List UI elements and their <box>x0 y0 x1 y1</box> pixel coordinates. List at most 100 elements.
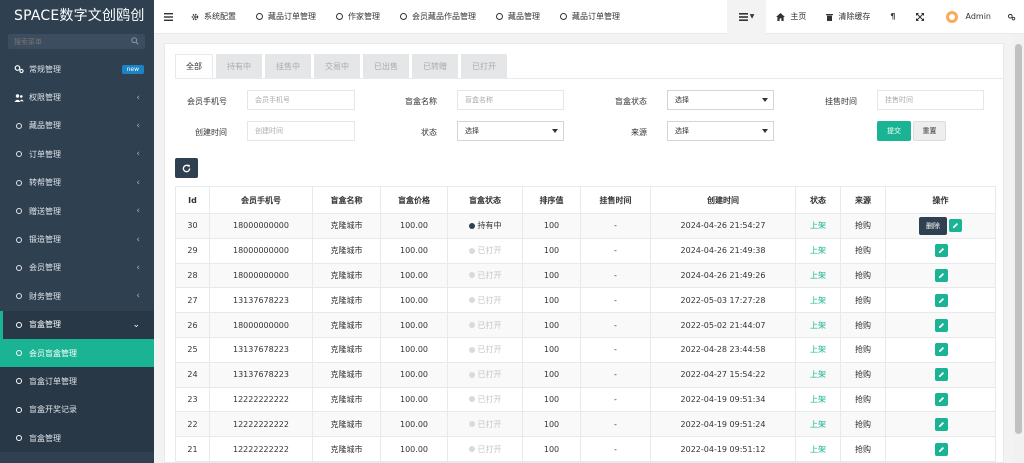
sidebar-item-order[interactable]: 订单管理 ‹ <box>0 140 154 168</box>
clear-cache-button[interactable]: 清除缓存 <box>816 0 880 34</box>
sidebar-item-collection[interactable]: 藏品管理 ‹ <box>0 112 154 140</box>
tab-trading[interactable]: 交易中 <box>314 54 360 78</box>
col-header[interactable]: 挂售时间 <box>580 186 651 214</box>
clear-cache-label: 清除缓存 <box>838 12 871 21</box>
edit-button[interactable] <box>935 343 948 357</box>
cell-actions <box>885 287 996 314</box>
cell-sell-time: - <box>580 361 651 388</box>
home-link[interactable]: 主页 <box>766 0 816 34</box>
scrollbar[interactable] <box>1013 34 1024 463</box>
col-header[interactable]: 创建时间 <box>650 186 796 214</box>
settings-button[interactable] <box>999 0 1024 34</box>
sidebar-item-blindbox[interactable]: 盲盒管理 ⌄ <box>0 310 154 339</box>
edit-button[interactable] <box>935 368 948 382</box>
status-select[interactable]: 选择 <box>457 121 564 141</box>
sidebar-item-gift[interactable]: 赠送管理 ‹ <box>0 197 154 225</box>
search-icon[interactable] <box>131 37 139 45</box>
cell-id: 30 <box>175 213 210 239</box>
edit-button[interactable] <box>935 318 948 332</box>
sidebar-item-finance[interactable]: 财务管理 ‹ <box>0 282 154 310</box>
cell-state[interactable]: 上架 <box>795 386 841 413</box>
fullscreen-button[interactable] <box>906 0 934 34</box>
tab-holding[interactable]: 持有中 <box>216 54 262 78</box>
col-header[interactable]: 盲盒价格 <box>380 186 448 214</box>
hamburger-icon <box>164 12 173 21</box>
col-header[interactable]: 会员手机号 <box>209 186 313 214</box>
box-status-select[interactable]: 选择 <box>667 90 774 110</box>
cell-phone: 18000000000 <box>209 262 313 289</box>
sidebar-item-permission[interactable]: 权限管理 ‹ <box>0 83 154 111</box>
cell-state[interactable]: 上架 <box>795 336 841 363</box>
col-header[interactable]: 排序值 <box>522 186 581 214</box>
menu-search <box>8 34 145 49</box>
edit-button[interactable] <box>949 219 962 233</box>
tab-collection[interactable]: 藏品管理 <box>486 0 550 34</box>
circle-icon <box>14 206 24 216</box>
col-header[interactable]: 状态 <box>795 186 841 214</box>
cell-price: 100.00 <box>380 411 448 438</box>
menu-search-input[interactable] <box>8 34 128 49</box>
tab-collection-order-2[interactable]: 藏品订单管理 <box>550 0 630 34</box>
phone-input[interactable]: 会员手机号 <box>247 90 355 110</box>
cell-price: 100.00 <box>380 287 448 314</box>
cell-state[interactable]: 上架 <box>795 411 841 438</box>
refresh-button[interactable] <box>175 158 198 178</box>
sidebar-item-general[interactable]: 常规管理 new <box>0 55 154 83</box>
new-badge: new <box>121 64 144 74</box>
sell-time-input[interactable]: 挂售时间 <box>877 90 984 110</box>
tab-all[interactable]: 全部 <box>175 54 213 78</box>
cell-state[interactable]: 上架 <box>795 312 841 338</box>
cell-name: 克隆城市 <box>312 312 381 338</box>
cell-state[interactable]: 上架 <box>795 287 841 314</box>
tab-member-collection[interactable]: 会员藏品作品管理 <box>390 0 486 34</box>
edit-button[interactable] <box>935 244 948 258</box>
translate-button[interactable]: ¶ <box>880 0 905 34</box>
tab-system-config[interactable]: 系统配置 <box>181 0 246 34</box>
sidebar-subitem-blindbox-draw[interactable]: 盲盒开奖记录 <box>0 395 154 425</box>
expand-icon <box>915 12 924 21</box>
edit-button[interactable] <box>935 293 948 307</box>
status-dot <box>468 322 475 329</box>
cell-actions: 删除 <box>885 213 996 239</box>
edit-button[interactable] <box>935 392 948 406</box>
edit-button[interactable] <box>935 417 948 431</box>
sidebar-item-transfer[interactable]: 转帮管理 ‹ <box>0 169 154 197</box>
user-menu[interactable]: Admin <box>934 0 1000 34</box>
cell-state[interactable]: 上架 <box>795 262 841 289</box>
edit-button[interactable] <box>935 442 948 456</box>
pencil-icon <box>938 396 945 403</box>
sidebar-subitem-member-blindbox[interactable]: 会员盲盒管理 <box>0 338 154 368</box>
status-dot <box>468 272 475 279</box>
edit-button[interactable] <box>935 268 948 282</box>
tab-sold[interactable]: 已出售 <box>363 54 409 78</box>
tab-selling[interactable]: 挂售中 <box>265 54 311 78</box>
scrollbar-thumb[interactable] <box>1015 44 1022 434</box>
cell-state[interactable]: 上架 <box>795 361 841 388</box>
sidebar-item-label: 盲盒订单管理 <box>29 376 77 386</box>
col-header[interactable]: Id <box>175 186 210 214</box>
tab-author[interactable]: 作家管理 <box>326 0 390 34</box>
cell-state[interactable]: 上架 <box>795 237 841 264</box>
tab-collection-order[interactable]: 藏品订单管理 <box>246 0 326 34</box>
menu-toggle[interactable] <box>154 0 181 34</box>
sidebar-item-forge[interactable]: 锻造管理 ‹ <box>0 225 154 253</box>
submit-button[interactable]: 提交 <box>877 121 911 141</box>
col-header[interactable]: 来源 <box>840 186 886 214</box>
cell-state[interactable]: 上架 <box>795 436 841 462</box>
create-time-input[interactable]: 创建时间 <box>247 121 355 141</box>
tab-gifted[interactable]: 已转赠 <box>412 54 458 78</box>
sidebar-subitem-blindbox-order[interactable]: 盲盒订单管理 <box>0 367 154 396</box>
reset-button[interactable]: 重置 <box>913 121 946 141</box>
sidebar-subitem-blindbox-manage[interactable]: 盲盒管理 <box>0 424 154 453</box>
name-input[interactable]: 盲盒名称 <box>457 90 564 110</box>
col-header[interactable]: 盲盒名称 <box>312 186 381 214</box>
delete-button[interactable]: 删除 <box>919 216 947 235</box>
sidebar-item-member[interactable]: 会员管理 ‹ <box>0 254 154 282</box>
col-header[interactable]: 盲盒状态 <box>447 186 523 214</box>
caret-down-icon <box>762 98 768 102</box>
tab-list-dropdown[interactable]: ▼ <box>726 0 767 34</box>
cell-name: 克隆城市 <box>312 213 381 239</box>
source-select[interactable]: 选择 <box>667 121 774 141</box>
tab-opened[interactable]: 已打开 <box>461 54 507 78</box>
cell-state[interactable]: 上架 <box>795 213 841 239</box>
